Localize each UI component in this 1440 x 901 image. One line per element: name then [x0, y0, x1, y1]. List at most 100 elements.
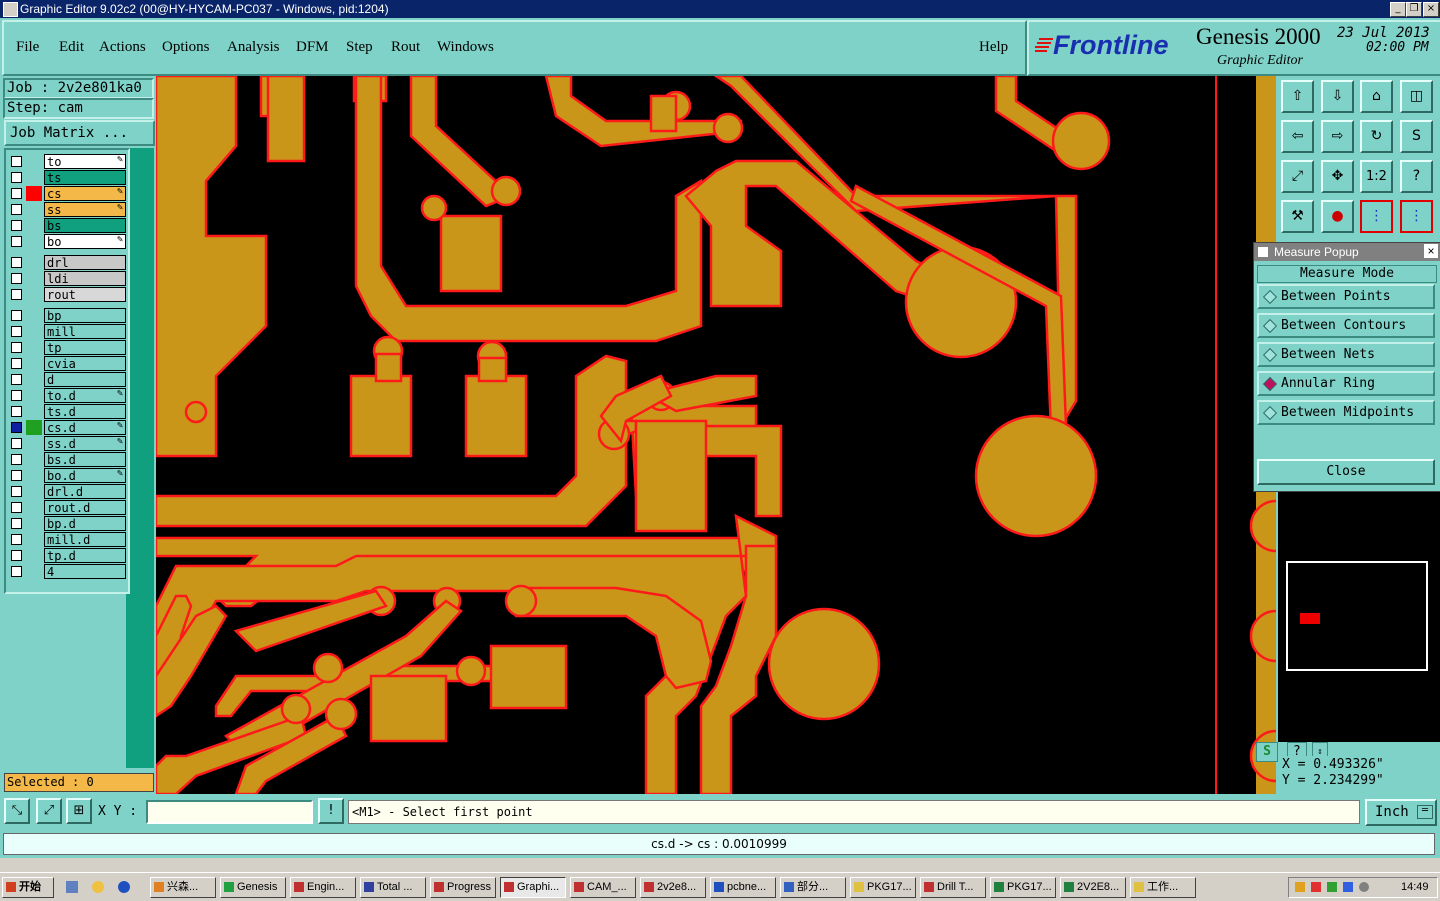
help-tool-button[interactable]: ?	[1400, 160, 1433, 193]
task-item[interactable]: Progress	[430, 877, 496, 898]
layer-name[interactable]: 4	[44, 564, 126, 579]
layer-row[interactable]: rout	[8, 287, 126, 302]
menu-file[interactable]: File	[16, 39, 39, 56]
layer-name[interactable]: bs	[44, 218, 126, 233]
option-between-points[interactable]: Between Points	[1257, 284, 1435, 309]
layer-row[interactable]: cs ✎	[8, 186, 126, 201]
layer-compare-icon[interactable]: ⋮	[1360, 200, 1393, 233]
layer-row[interactable]: bs.d	[8, 452, 126, 467]
menu-actions[interactable]: Actions	[99, 39, 146, 56]
layer-row[interactable]: drl	[8, 255, 126, 270]
layer-color-swatch[interactable]	[26, 218, 42, 233]
layer-row[interactable]: to.d ✎	[8, 388, 126, 403]
measure-tool-icon[interactable]: ⚒	[1281, 200, 1314, 233]
layer-color-swatch[interactable]	[26, 468, 42, 483]
layer-color-swatch[interactable]	[26, 548, 42, 563]
layer-row[interactable]: ts.d	[8, 404, 126, 419]
net-highlight-icon[interactable]: ●	[1321, 200, 1354, 233]
layer-name[interactable]: tp	[44, 340, 126, 355]
job-matrix-button[interactable]: Job Matrix ...	[4, 120, 155, 146]
move-down-icon[interactable]: ⇩	[1321, 80, 1354, 113]
close-icon[interactable]: ×	[1424, 244, 1438, 258]
layer-name[interactable]: mill.d	[44, 532, 126, 547]
option-between-nets[interactable]: Between Nets	[1257, 342, 1435, 367]
layer-checkbox[interactable]	[11, 438, 22, 449]
layer-name[interactable]: tp.d	[44, 548, 126, 563]
layer-row[interactable]: ss ✎	[8, 202, 126, 217]
option-between-contours[interactable]: Between Contours	[1257, 313, 1435, 338]
tray-icon[interactable]	[1311, 882, 1321, 892]
layer-color-swatch[interactable]	[26, 202, 42, 217]
layer-color-swatch[interactable]	[26, 532, 42, 547]
left-scrollbar[interactable]	[126, 148, 154, 768]
move-right-icon[interactable]: ⇨	[1321, 120, 1354, 153]
task-item[interactable]: 2V2E8...	[1060, 877, 1126, 898]
layer-name[interactable]: rout.d	[44, 500, 126, 515]
layer-checkbox[interactable]	[11, 326, 22, 337]
show-desktop-icon[interactable]	[66, 881, 78, 893]
window-title-bar[interactable]: Graphic Editor 9.02c2 (00@HY-HYCAM-PC037…	[0, 0, 1440, 18]
layer-checkbox[interactable]	[11, 550, 22, 561]
layer-name[interactable]: rout	[44, 287, 126, 302]
layer-name[interactable]: ts	[44, 170, 126, 185]
menu-step[interactable]: Step	[346, 39, 373, 56]
split-window-icon[interactable]: ◫	[1400, 80, 1433, 113]
layer-row[interactable]: drl.d	[8, 484, 126, 499]
snap-icon[interactable]: S	[1400, 120, 1433, 153]
layer-color-swatch[interactable]	[26, 271, 42, 286]
layer-name[interactable]: to	[44, 154, 126, 169]
browser-icon[interactable]	[118, 881, 130, 893]
layer-checkbox[interactable]	[11, 156, 22, 167]
cursor-mode-icon[interactable]: ⤡	[4, 798, 30, 824]
measure-popup-title-bar[interactable]: Measure Popup ×	[1254, 243, 1440, 261]
layer-color-swatch[interactable]	[26, 255, 42, 270]
layer-checkbox[interactable]	[11, 358, 22, 369]
start-button[interactable]: 开始	[2, 877, 54, 898]
home-icon[interactable]: ⌂	[1360, 80, 1393, 113]
zoom-center-icon[interactable]: ✥	[1321, 160, 1354, 193]
layer-checkbox[interactable]	[11, 172, 22, 183]
task-item[interactable]: PKG17...	[990, 877, 1056, 898]
layer-checkbox[interactable]	[11, 342, 22, 353]
layer-checkbox[interactable]	[11, 188, 22, 199]
layer-row[interactable]: cs.d ✎	[8, 420, 126, 435]
option-between-midpoints[interactable]: Between Midpoints	[1257, 400, 1435, 425]
tray-icon[interactable]	[1359, 882, 1369, 892]
layer-checkbox[interactable]	[11, 390, 22, 401]
menu-edit[interactable]: Edit	[59, 39, 84, 56]
maximize-button[interactable]: ❐	[1406, 2, 1422, 17]
overview-map[interactable]	[1286, 561, 1428, 671]
layer-color-swatch[interactable]	[26, 356, 42, 371]
layer-name[interactable]: ss.d	[44, 436, 126, 451]
xy-input[interactable]	[146, 800, 313, 824]
layer-color-swatch[interactable]	[26, 484, 42, 499]
minimize-button[interactable]: _	[1390, 2, 1406, 17]
layer-name[interactable]: drl.d	[44, 484, 126, 499]
task-item[interactable]: 兴森...	[150, 877, 216, 898]
task-item[interactable]: pcbne...	[710, 877, 776, 898]
layer-checkbox[interactable]	[11, 289, 22, 300]
layer-checkbox[interactable]	[11, 236, 22, 247]
task-item[interactable]: PKG17...	[850, 877, 916, 898]
layer-name[interactable]: bp	[44, 308, 126, 323]
layer-checkbox[interactable]	[11, 220, 22, 231]
layer-checkbox[interactable]	[11, 534, 22, 545]
layer-row[interactable]: 4	[8, 564, 126, 579]
layer-name[interactable]: drl	[44, 255, 126, 270]
layer-row[interactable]: bp.d	[8, 516, 126, 531]
layer-name[interactable]: d	[44, 372, 126, 387]
layer-color-swatch[interactable]	[26, 420, 42, 435]
layer-color-swatch[interactable]	[26, 564, 42, 579]
layer-select-icon[interactable]: ⋮	[1400, 200, 1433, 233]
layer-checkbox[interactable]	[11, 273, 22, 284]
layer-color-swatch[interactable]	[26, 516, 42, 531]
layer-name[interactable]: bo	[44, 234, 126, 249]
layer-checkbox[interactable]	[11, 486, 22, 497]
tray-icon[interactable]	[1327, 882, 1337, 892]
layer-checkbox[interactable]	[11, 422, 22, 433]
zoom-fit-icon[interactable]: ⤢	[1281, 160, 1314, 193]
layer-row[interactable]: mill.d	[8, 532, 126, 547]
layer-checkbox[interactable]	[11, 406, 22, 417]
layer-name[interactable]: bp.d	[44, 516, 126, 531]
task-item[interactable]: 2v2e8...	[640, 877, 706, 898]
